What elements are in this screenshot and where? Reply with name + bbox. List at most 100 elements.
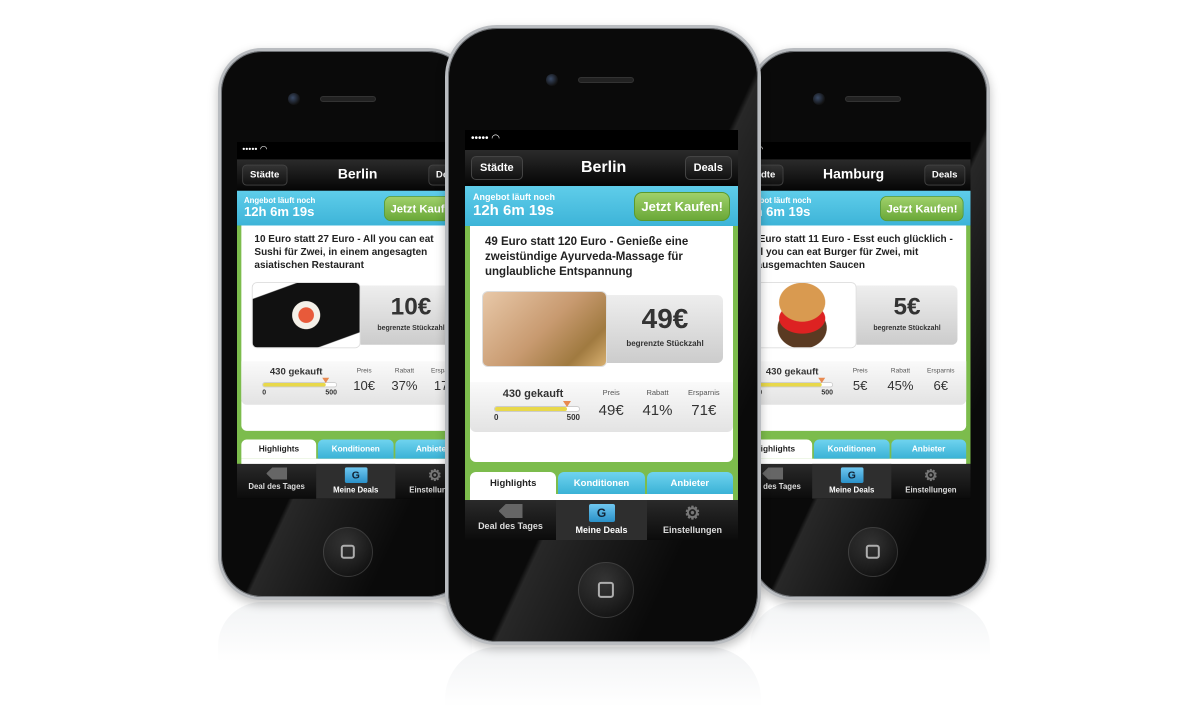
nav-bar: Städte Berlin Deals — [237, 159, 475, 191]
price-box: 5€ begrenzte Stückzahl — [856, 285, 958, 345]
phone-reflection — [445, 647, 761, 707]
deal-image — [482, 291, 607, 367]
sold-progress-bar — [758, 377, 834, 388]
camera — [813, 93, 825, 105]
tab-anbieter[interactable]: Anbieter — [891, 439, 967, 459]
status-bar: ••••• ◠ — [465, 130, 738, 150]
sold-progress-bar — [494, 401, 580, 412]
stat-preis: Preis 5€ — [840, 366, 880, 404]
countdown-label: Angebot läuft noch — [243, 195, 316, 205]
buy-now-button[interactable]: Jetzt Kaufen! — [634, 191, 730, 221]
countdown-value: 12h 6m 19s — [473, 202, 554, 219]
folder-g-icon: G — [840, 467, 864, 484]
deal-title: 5 Euro statt 11 Euro - Esst euch glückli… — [750, 234, 953, 271]
stat-label: Rabatt — [890, 366, 911, 375]
tabbar-label: Meine Deals — [829, 485, 875, 495]
stat-label: Rabatt — [394, 366, 415, 375]
cities-back-button[interactable]: Städte — [242, 164, 288, 186]
progress-max: 500 — [325, 388, 338, 397]
deal-card[interactable]: 10 Euro statt 27 Euro - All you can eat … — [241, 225, 471, 431]
stat-value: 41% — [642, 402, 673, 419]
app-screen: ••••• ◠ Städte Berlin Deals Angebot läuf… — [465, 130, 738, 540]
deal-card[interactable]: 49 Euro statt 120 Euro - Genieße eine zw… — [470, 226, 733, 462]
home-square-icon — [597, 581, 615, 599]
stat-value: 37% — [391, 378, 418, 394]
tab-konditionen[interactable]: Konditionen — [558, 472, 645, 494]
countdown-label: Angebot läuft noch — [473, 192, 555, 202]
tabbar-item-0[interactable]: Deal des Tages — [465, 500, 556, 540]
stat-value: 5€ — [852, 378, 868, 394]
stat-value: 10€ — [353, 378, 376, 394]
camera — [288, 93, 300, 105]
tabbar-item-1[interactable]: G Meine Deals — [316, 463, 396, 499]
stat-value: 6€ — [933, 378, 949, 394]
status-bar: ••••• ◠ — [237, 142, 475, 160]
signal-icon: ••••• — [242, 144, 258, 155]
tag-icon — [762, 467, 784, 480]
cities-back-button[interactable]: Städte — [471, 156, 523, 180]
deal-stats: 430 gekauft 0 500 Preis 49€ Rabatt 41% Erspar… — [470, 382, 733, 432]
stat-label: Preis — [602, 388, 620, 397]
gear-icon: ⚙ — [923, 466, 938, 484]
content-area: 49 Euro statt 120 Euro - Genieße eine zw… — [465, 226, 738, 524]
progress-max: 500 — [821, 388, 834, 397]
stat-ersparnis: Ersparnis 71€ — [681, 388, 727, 432]
progress-min: 0 — [494, 413, 499, 422]
stat-label: Rabatt — [646, 388, 669, 397]
tabbar-item-2[interactable]: ⚙ Einstellungen — [891, 464, 970, 499]
tabbar-item-0[interactable]: Deal des Tages — [237, 464, 316, 499]
home-square-icon — [865, 544, 881, 560]
tabbar-label: Meine Deals — [575, 525, 628, 535]
stat-rabatt: Rabatt 37% — [384, 366, 424, 404]
tab-highlights[interactable]: Highlights — [241, 439, 317, 459]
home-button[interactable] — [578, 562, 634, 618]
price-box: 49€ begrenzte Stückzahl — [607, 295, 723, 363]
deals-button[interactable]: Deals — [924, 164, 966, 186]
tabbar-item-2[interactable]: ⚙ Einstellungen — [647, 500, 738, 540]
speaker — [320, 96, 376, 102]
tabbar-label: Einstellungen — [662, 525, 722, 535]
tab-konditionen[interactable]: Konditionen — [318, 439, 394, 459]
speaker — [845, 96, 901, 102]
stat-ersparnis: Ersparnis 6€ — [921, 366, 961, 404]
home-square-icon — [340, 544, 356, 560]
stat-label: Preis — [356, 366, 372, 375]
progress-marker-icon — [322, 377, 330, 383]
home-button[interactable] — [323, 527, 373, 577]
tabbar-label: Deal des Tages — [478, 521, 543, 531]
stat-value: 71€ — [691, 402, 717, 419]
stat-rabatt: Rabatt 41% — [634, 388, 680, 432]
sold-progress-bar — [262, 377, 338, 388]
home-button[interactable] — [848, 527, 898, 577]
progress-marker-icon — [818, 377, 826, 383]
tag-icon — [498, 504, 523, 518]
deal-card[interactable]: 5 Euro statt 11 Euro - Esst euch glückli… — [737, 225, 967, 431]
speaker — [578, 77, 634, 83]
tag-icon — [266, 467, 288, 480]
wifi-icon: ◠ — [259, 144, 268, 155]
nav-bar: Städte Hamburg Deals — [733, 159, 971, 191]
limited-quantity-label: begrenzte Stückzahl — [626, 339, 704, 348]
progress-max: 500 — [566, 413, 580, 422]
countdown-bar: Angebot läuft noch 12h 6m 19s Jetzt Kaufe… — [465, 186, 738, 226]
tabbar-item-1[interactable]: G Meine Deals — [556, 500, 647, 540]
tab-anbieter[interactable]: Anbieter — [646, 472, 733, 494]
deal-price: 49€ — [641, 303, 689, 334]
content-area: 5 Euro statt 11 Euro - Esst euch glückli… — [733, 225, 971, 485]
status-bar: ••••• ◠ — [733, 142, 971, 160]
tabbar-label: Meine Deals — [333, 485, 379, 495]
countdown-bar: Angebot läuft noch 12h 6m 19s Jetzt Kaufe… — [733, 190, 971, 226]
city-title: Berlin — [580, 159, 627, 176]
buy-now-button[interactable]: Jetzt Kaufen! — [880, 195, 964, 221]
deal-title: 10 Euro statt 27 Euro - All you can eat … — [254, 234, 434, 271]
tabbar-item-1[interactable]: G Meine Deals — [812, 463, 892, 499]
folder-g-icon: G — [344, 467, 368, 484]
tab-konditionen[interactable]: Konditionen — [814, 439, 890, 459]
deal-stats: 430 gekauft 0500 Preis5€Rabatt45%Ersparn… — [737, 361, 967, 405]
deal-image — [251, 282, 361, 349]
sold-count: 430 gekauft — [502, 388, 564, 400]
detail-tabs: Highlights Konditionen Anbieter — [737, 439, 967, 459]
progress-min: 0 — [262, 388, 267, 397]
deals-button[interactable]: Deals — [684, 156, 732, 180]
tab-highlights[interactable]: Highlights — [470, 472, 557, 494]
